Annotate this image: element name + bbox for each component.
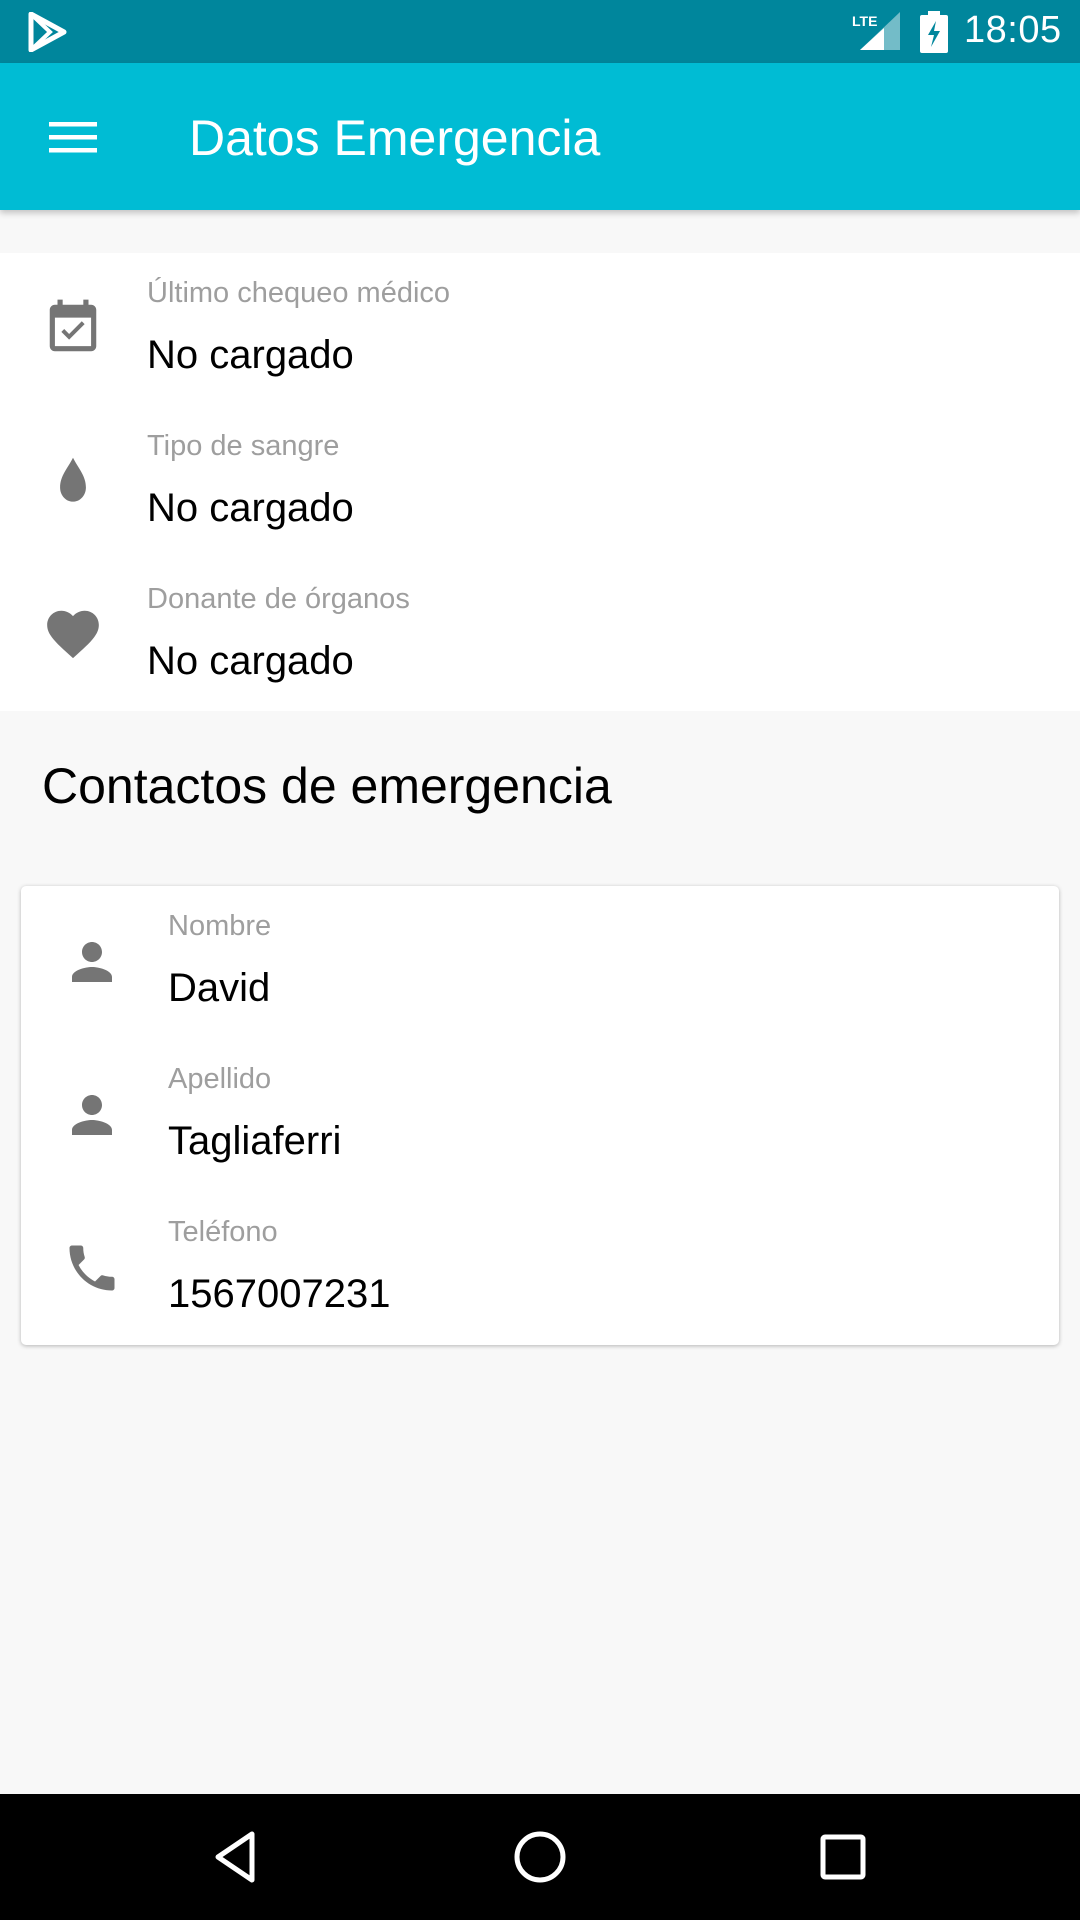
- person-icon: [72, 1095, 112, 1135]
- last-checkup-value: No cargado: [147, 333, 354, 377]
- calendar-check-icon: [49, 299, 97, 352]
- last-checkup-row: Último chequeo médico No cargado: [0, 253, 1080, 406]
- battery-charging-icon: [920, 11, 948, 53]
- emergency-contact-card[interactable]: Nombre David Apellido Tagliaferri Teléfo…: [21, 886, 1059, 1345]
- status-clock: 18:05: [964, 9, 1062, 51]
- organ-donor-value: No cargado: [147, 639, 354, 683]
- person-icon: [72, 942, 112, 982]
- contact-last-name-row: Apellido Tagliaferri: [21, 1039, 1059, 1192]
- first-name-label: Nombre: [168, 910, 272, 942]
- heart-icon: [47, 610, 99, 659]
- play-store-icon: [28, 12, 67, 52]
- phone-icon: [69, 1245, 115, 1291]
- blood-type-row: Tipo de sangre No cargado: [0, 406, 1080, 559]
- last-name-label: Apellido: [168, 1063, 272, 1095]
- back-icon[interactable]: [204, 1824, 270, 1890]
- page-title: Datos Emergencia: [189, 110, 601, 166]
- contacts-section-title: Contactos de emergencia: [42, 758, 612, 814]
- last-checkup-label: Último chequeo médico: [147, 277, 451, 309]
- first-name-value: David: [168, 966, 271, 1010]
- drop-icon: [60, 457, 86, 502]
- contact-first-name-row: Nombre David: [21, 886, 1059, 1039]
- lte-label: LTE: [852, 13, 877, 29]
- app-bar: Datos Emergencia: [0, 63, 1080, 210]
- last-name-value: Tagliaferri: [168, 1119, 342, 1163]
- blood-type-label: Tipo de sangre: [147, 430, 340, 462]
- home-icon[interactable]: [507, 1824, 573, 1890]
- recents-icon[interactable]: [810, 1824, 876, 1890]
- hamburger-menu-icon[interactable]: [44, 110, 102, 164]
- organ-donor-row: Donante de órganos No cargado: [0, 559, 1080, 712]
- status-bar: LTE 18:05: [0, 0, 1080, 63]
- phone-label: Teléfono: [168, 1216, 278, 1248]
- blood-type-value: No cargado: [147, 486, 354, 530]
- medical-info-panel: Último chequeo médico No cargado Tipo de…: [0, 253, 1080, 711]
- contact-phone-row: Teléfono 1567007231: [21, 1192, 1059, 1345]
- system-nav-bar: [0, 1794, 1080, 1920]
- organ-donor-label: Donante de órganos: [147, 583, 410, 615]
- lte-signal-icon: LTE: [852, 12, 900, 50]
- phone-value: 1567007231: [168, 1272, 391, 1316]
